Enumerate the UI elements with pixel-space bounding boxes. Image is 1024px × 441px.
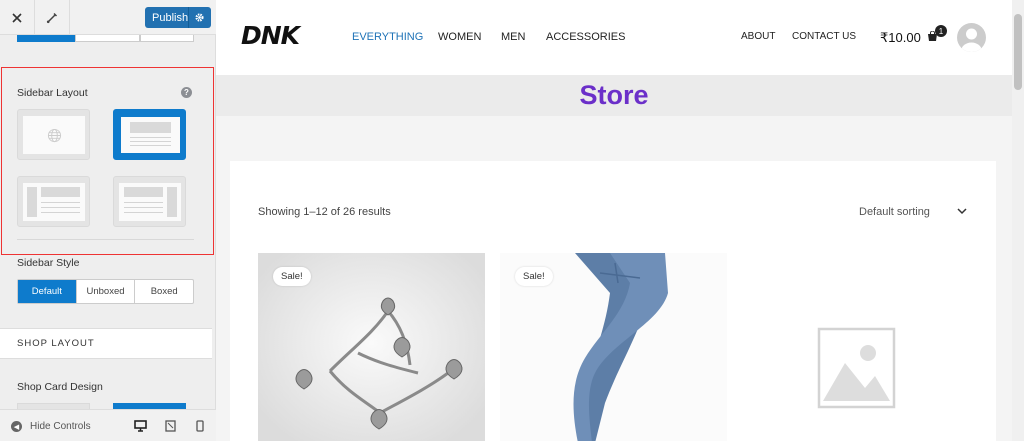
hide-controls-button[interactable]: ◀ Hide Controls xyxy=(11,421,91,432)
layout-option-full-width[interactable] xyxy=(17,109,90,160)
sale-badge: Sale! xyxy=(515,267,553,286)
user-icon xyxy=(961,28,982,52)
preview-line xyxy=(41,212,80,213)
shop-layout-section-header[interactable]: SHOP LAYOUT xyxy=(0,328,212,359)
page-title-bar: Store xyxy=(216,75,1012,116)
style-option-default[interactable]: Default xyxy=(18,280,77,303)
layout-option-left-sidebar[interactable] xyxy=(17,176,90,227)
layout-option-no-sidebar[interactable] xyxy=(113,109,186,160)
chevron-down-icon[interactable] xyxy=(957,206,967,216)
preview-line xyxy=(124,212,163,213)
sale-badge: Sale! xyxy=(273,267,311,286)
image-placeholder-icon xyxy=(742,253,969,441)
gear-icon[interactable] xyxy=(194,12,205,23)
close-icon xyxy=(12,12,22,23)
preview-sidebar xyxy=(167,187,177,217)
preview-line xyxy=(124,207,163,208)
collapse-icon: ◀ xyxy=(11,421,22,432)
sidebar-layout-title: Sidebar Layout xyxy=(17,87,88,99)
layout-preview xyxy=(119,183,181,221)
customizer-panel: Publish Sidebar Layout ? Sidebar Style D… xyxy=(0,0,216,441)
preview-scrollbar[interactable] xyxy=(1012,0,1024,441)
shop-content: Showing 1–12 of 26 results Default sorti… xyxy=(230,161,996,441)
customizer-topbar: Publish xyxy=(0,0,216,35)
site-preview: DNK EVERYTHING WOMEN MEN ACCESSORIES ABO… xyxy=(216,0,1012,441)
site-logo[interactable]: DNK xyxy=(241,21,300,50)
publish-separator xyxy=(188,7,189,28)
desktop-icon xyxy=(133,420,147,432)
publish-label: Publish xyxy=(152,11,189,24)
nav-item-accessories[interactable]: ACCESSORIES xyxy=(546,31,625,43)
sidebar-style-segmented: Default Unboxed Boxed xyxy=(17,279,194,304)
mobile-icon xyxy=(196,420,204,432)
cart-total[interactable]: ₹10.00 xyxy=(880,30,921,46)
scrollbar-thumb[interactable] xyxy=(1014,14,1022,90)
nav-item-women[interactable]: WOMEN xyxy=(438,31,481,43)
preview-block xyxy=(41,187,80,197)
preview-line xyxy=(130,145,171,146)
page-title: Store xyxy=(579,80,649,110)
preview-line xyxy=(130,141,171,142)
desktop-preview-button[interactable] xyxy=(133,419,147,433)
hide-controls-label: Hide Controls xyxy=(30,421,91,432)
scrolled-option[interactable] xyxy=(140,35,194,42)
product-card[interactable] xyxy=(742,253,969,441)
layout-preview xyxy=(121,117,180,153)
tablet-preview-button[interactable] xyxy=(163,419,177,433)
nav-item-about[interactable]: ABOUT xyxy=(741,31,775,42)
layout-option-right-sidebar[interactable] xyxy=(113,176,186,227)
nav-item-men[interactable]: MEN xyxy=(501,31,525,43)
product-card[interactable]: Sale! xyxy=(258,253,485,441)
preview-block xyxy=(124,187,163,197)
brush-icon xyxy=(46,12,58,23)
preview-line xyxy=(124,202,163,203)
globe-icon xyxy=(47,128,62,143)
sidebar-style-title: Sidebar Style xyxy=(17,257,80,269)
layout-preview xyxy=(23,183,85,221)
preview-sidebar xyxy=(27,187,37,217)
cart-count-badge: 1 xyxy=(935,25,947,37)
mobile-preview-button[interactable] xyxy=(193,419,207,433)
site-header: DNK EVERYTHING WOMEN MEN ACCESSORIES ABO… xyxy=(216,0,1012,75)
shop-layout-label: SHOP LAYOUT xyxy=(17,338,95,349)
avatar[interactable] xyxy=(957,23,986,52)
preview-block xyxy=(130,122,171,133)
style-option-unboxed[interactable]: Unboxed xyxy=(77,280,136,303)
result-count: Showing 1–12 of 26 results xyxy=(258,206,391,218)
preview-line xyxy=(130,137,171,138)
sorting-select[interactable]: Default sorting xyxy=(859,206,930,218)
publish-button[interactable]: Publish xyxy=(145,7,211,28)
preview-line xyxy=(41,202,80,203)
nav-item-contact[interactable]: CONTACT US xyxy=(792,31,856,42)
close-button[interactable] xyxy=(0,0,35,35)
edit-button[interactable] xyxy=(35,0,70,35)
scrolled-option-active[interactable] xyxy=(17,35,75,42)
tablet-icon xyxy=(164,420,176,432)
nav-item-everything[interactable]: EVERYTHING xyxy=(352,31,423,43)
preview-line xyxy=(41,207,80,208)
help-icon[interactable]: ? xyxy=(181,87,192,98)
scrolled-option[interactable] xyxy=(75,35,140,42)
shop-card-design-title: Shop Card Design xyxy=(17,381,103,393)
divider xyxy=(17,239,194,240)
product-card[interactable]: Sale! xyxy=(500,253,727,441)
customizer-footer: ◀ Hide Controls xyxy=(0,409,216,441)
style-option-boxed[interactable]: Boxed xyxy=(135,280,193,303)
